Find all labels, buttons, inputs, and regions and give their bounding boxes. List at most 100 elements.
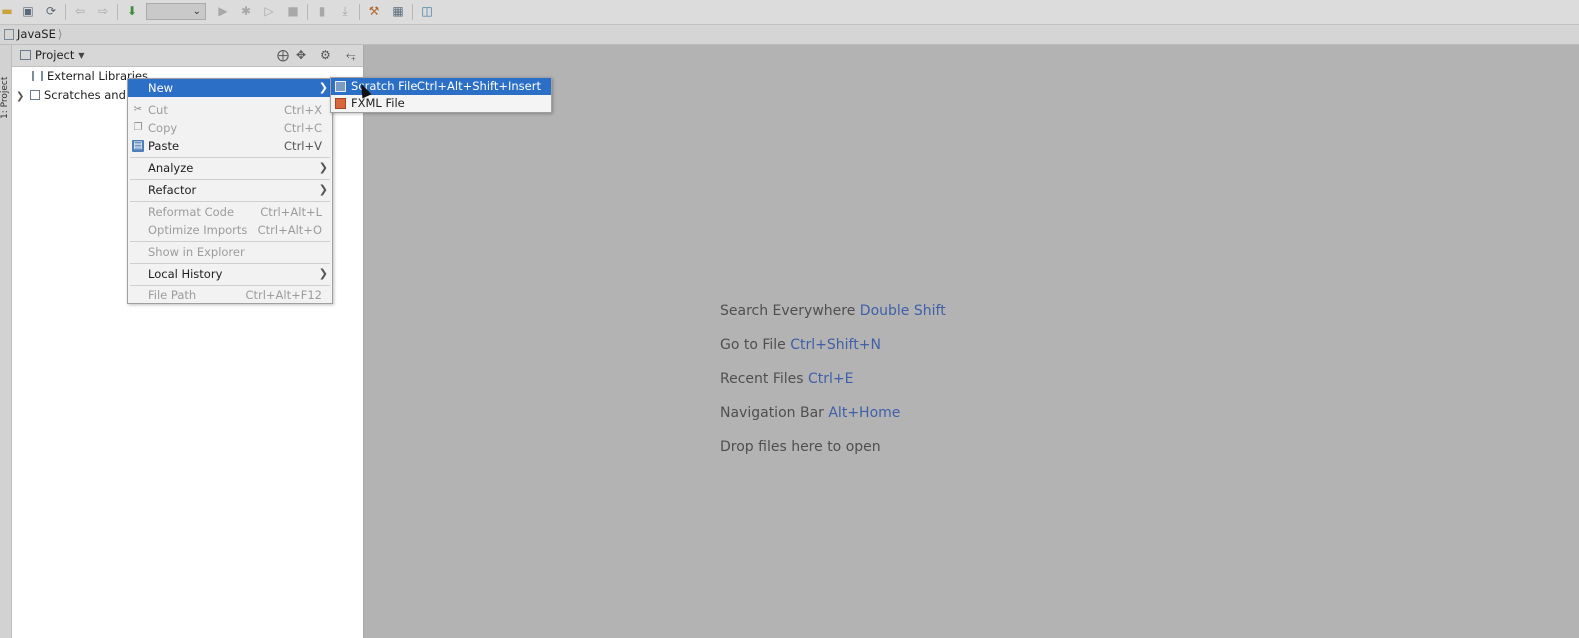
context-menu: New ❯ ✂ Cut Ctrl+X ❐ Copy Ctrl+C ▤ Paste… [127, 78, 333, 304]
menu-separator [130, 157, 330, 158]
chevron-right-icon: ⟩ [57, 27, 63, 41]
paste-icon: ▤ [132, 140, 144, 152]
save-icon[interactable]: ▣ [21, 4, 35, 18]
hint-go-to-file: Go to File Ctrl+Shift+N [720, 337, 881, 353]
fxml-file-icon [335, 98, 346, 109]
run-coverage-icon[interactable]: ▷ [262, 4, 276, 18]
hint-shortcut: Ctrl+E [808, 371, 854, 387]
project-icon [20, 50, 31, 60]
hint-search-everywhere: Search Everywhere Double Shift [720, 303, 946, 319]
menu-item-reformat-code[interactable]: Reformat Code Ctrl+Alt+L [128, 203, 332, 221]
menu-separator [130, 201, 330, 202]
menu-item-shortcut: Ctrl+Alt+F12 [245, 288, 322, 302]
menu-item-label: Reformat Code [148, 205, 235, 219]
menu-separator [130, 263, 330, 264]
hint-shortcut: Alt+Home [828, 405, 901, 421]
open-folder-icon[interactable]: ▬ [0, 4, 14, 18]
submenu-item-label: FXML File [351, 96, 405, 110]
menu-item-copy[interactable]: ❐ Copy Ctrl+C [128, 119, 332, 137]
scratch-file-icon [335, 81, 346, 92]
copy-icon: ❐ [133, 122, 143, 133]
menu-item-label: Cut [148, 103, 168, 117]
menu-item-label: Optimize Imports [148, 223, 248, 237]
back-icon[interactable]: ⇦ [73, 4, 87, 18]
hint-drop-files: Drop files here to open [720, 439, 881, 455]
menu-item-new[interactable]: New ❯ [128, 79, 332, 97]
submenu-arrow-icon: ❯ [318, 183, 328, 196]
menu-item-label: Refactor [148, 183, 197, 197]
menu-item-shortcut: Ctrl+Alt+L [260, 205, 322, 219]
scissors-icon: ✂ [133, 104, 143, 115]
menu-separator [130, 241, 330, 242]
build-icon[interactable]: ⬇ [125, 4, 139, 18]
hint-text: Search Everywhere [720, 303, 856, 319]
hide-panel-icon[interactable]: ⥆ [346, 48, 356, 63]
project-structure-icon[interactable]: ⚒ [367, 4, 381, 18]
submenu-arrow-icon: ❯ [318, 161, 328, 174]
editor-area: Search Everywhere Double Shift Go to Fil… [364, 45, 1579, 638]
hint-text: Drop files here to open [720, 439, 881, 455]
menu-separator [130, 179, 330, 180]
menu-item-shortcut: Ctrl+X [284, 103, 322, 117]
hint-text: Recent Files [720, 371, 804, 387]
menu-item-analyze[interactable]: Analyze ❯ [128, 159, 332, 177]
settings-icon[interactable]: ▦ [391, 4, 405, 18]
menu-item-label: Paste [148, 139, 180, 153]
chevron-down-icon: ⌄ [192, 6, 201, 17]
forward-icon[interactable]: ⇨ [96, 4, 110, 18]
submenu-arrow-icon: ❯ [318, 81, 328, 94]
menu-item-label: Analyze [148, 161, 194, 175]
breadcrumb-project: JavaSE [17, 27, 56, 41]
menu-item-local-history[interactable]: Local History ❯ [128, 265, 332, 283]
menu-item-shortcut: Ctrl+C [283, 121, 322, 135]
menu-item-cut[interactable]: ✂ Cut Ctrl+X [128, 101, 332, 119]
panel-title: Project [35, 48, 75, 62]
sync-icon[interactable]: ⟳ [44, 4, 58, 18]
project-panel-header: Project ▼ ⨁ ✥ ⚙ ⥆ [12, 45, 363, 67]
hint-navigation-bar: Navigation Bar Alt+Home [720, 405, 900, 421]
locate-icon[interactable]: ⨁ [277, 48, 289, 63]
library-icon [32, 71, 43, 81]
debug-icon[interactable]: ✱ [239, 4, 253, 18]
menu-item-optimize-imports[interactable]: Optimize Imports Ctrl+Alt+O [128, 221, 332, 239]
menu-item-label: Show in Explorer [148, 245, 245, 259]
download-icon[interactable]: ⤓ [338, 4, 352, 18]
menu-item-paste[interactable]: ▤ Paste Ctrl+V [128, 137, 332, 155]
collapse-all-icon[interactable]: ✥ [296, 48, 306, 63]
stop-icon[interactable]: ■ [286, 4, 300, 18]
menu-item-file-path[interactable]: File Path Ctrl+Alt+F12 [128, 286, 332, 304]
chevron-right-icon[interactable]: ❯ [16, 88, 28, 106]
left-tool-strip: 1: Project [0, 45, 12, 638]
menu-item-shortcut: Ctrl+Alt+O [257, 223, 322, 237]
project-view-selector[interactable]: Project ▼ [20, 48, 85, 63]
menu-item-refactor[interactable]: Refactor ❯ [128, 181, 332, 199]
menu-item-label: File Path [148, 288, 197, 302]
toolbar-divider [117, 4, 118, 20]
project-folder-icon [4, 29, 14, 40]
run-configuration-select[interactable]: ⌄ [146, 3, 206, 20]
scratches-icon [30, 90, 40, 100]
menu-item-shortcut: Ctrl+V [284, 139, 322, 153]
hint-text: Navigation Bar [720, 405, 824, 421]
main-toolbar: ▬ ▣ ⟳ ⇦ ⇨ ⬇ ⌄ ▶ ✱ ▷ ■ ▮ ⤓ ⚒ ▦ ◫ [0, 0, 1579, 25]
hint-text: Go to File [720, 337, 786, 353]
run-icon[interactable]: ▶ [216, 4, 230, 18]
menu-item-label: Local History [148, 267, 223, 281]
project-tool-tab[interactable]: 1: Project [0, 49, 11, 119]
submenu-arrow-icon: ❯ [318, 267, 328, 280]
toolbar-divider [359, 4, 360, 20]
bookmark-icon[interactable]: ▮ [315, 4, 329, 18]
toolbar-divider [412, 4, 413, 20]
gear-icon[interactable]: ⚙ [320, 48, 331, 63]
hint-shortcut: Double Shift [859, 303, 946, 319]
breadcrumb[interactable]: JavaSE ⟩ [4, 27, 62, 42]
submenu-item-shortcut: Ctrl+Alt+Shift+Insert [416, 79, 541, 93]
toolbar-divider [65, 4, 66, 20]
navigation-bar: JavaSE ⟩ [0, 25, 1579, 45]
menu-item-label: New [148, 81, 174, 95]
toolbar-divider [307, 4, 308, 20]
menu-item-show-in-explorer[interactable]: Show in Explorer [128, 243, 332, 261]
dropdown-arrow-icon: ▼ [78, 51, 85, 60]
menu-item-label: Copy [148, 121, 178, 135]
sdk-icon[interactable]: ◫ [420, 4, 434, 18]
